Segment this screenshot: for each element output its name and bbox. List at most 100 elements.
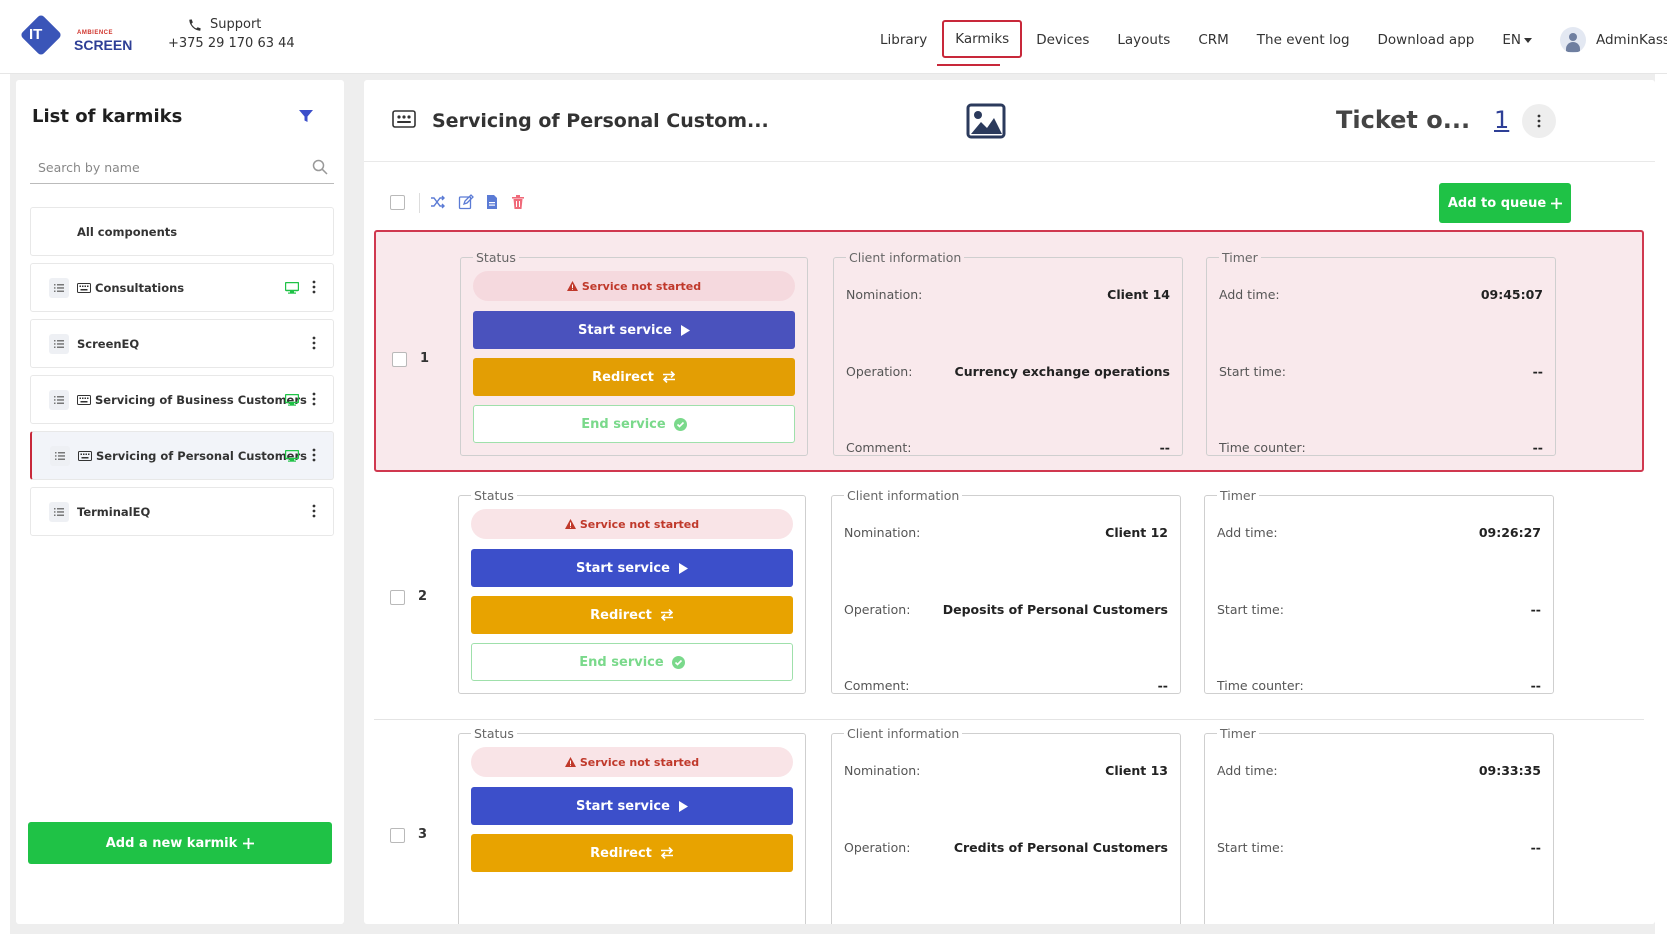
logo-screen: SCREEN — [74, 37, 133, 53]
filter-icon[interactable] — [298, 108, 314, 124]
list-icon[interactable] — [49, 389, 69, 410]
check-circle-icon — [673, 417, 687, 431]
nomination-label: Nomination: — [844, 763, 921, 778]
select-all-checkbox[interactable] — [390, 195, 405, 210]
swap-icon — [660, 847, 674, 859]
sidebar-item-screeneq[interactable]: ScreenEQ — [30, 319, 334, 368]
sidebar-item-label: Consultations — [95, 280, 185, 295]
redirect-button[interactable]: Redirect — [471, 596, 793, 634]
start-service-button[interactable]: Start service — [471, 549, 793, 587]
ticket-row[interactable]: 3 Status Service not started Start servi… — [374, 708, 1644, 924]
more-vertical-icon[interactable] — [311, 503, 317, 519]
sidebar-item-business-customers[interactable]: Servicing of Business Customers — [30, 375, 334, 424]
ticket-number: 3 — [418, 827, 428, 842]
start-time-value: -- — [1532, 364, 1543, 379]
ticket-checkbox[interactable] — [392, 352, 407, 367]
it-screen-logo[interactable]: IT AMBIENCE SCREEN — [19, 13, 132, 58]
add-time-row: Add time: 09:33:35 — [1217, 763, 1541, 778]
ticket-row[interactable]: 2 Status Service not started Start servi… — [374, 470, 1644, 720]
nav-karmiks[interactable]: Karmiks — [942, 20, 1023, 58]
end-service-button[interactable]: End service — [473, 405, 795, 443]
nomination-value: Client 13 — [1105, 763, 1168, 778]
list-icon[interactable] — [50, 445, 70, 466]
keyboard-icon — [392, 110, 416, 128]
sidebar-title: List of karmiks — [32, 106, 183, 127]
start-service-button[interactable]: Start service — [473, 311, 795, 349]
ticket-row[interactable]: 1 Status Service not started Start servi… — [374, 230, 1644, 472]
time-counter-label: Time counter: — [1219, 440, 1306, 455]
add-karmik-button[interactable]: Add a new karmik — [28, 822, 332, 864]
list-icon[interactable] — [49, 333, 69, 354]
more-options-button[interactable] — [1522, 104, 1556, 138]
ticket-label: Ticket o... — [1336, 106, 1471, 134]
sidebar-item-label: Servicing of Business Customers — [95, 392, 307, 407]
more-vertical-icon[interactable] — [311, 391, 317, 407]
warning-icon — [566, 281, 578, 291]
search-icon[interactable] — [312, 159, 328, 175]
redirect-label: Redirect — [590, 607, 652, 623]
client-info-panel: Client information Nomination: Client 14 … — [833, 250, 1183, 456]
search-box — [30, 152, 334, 184]
nav-library[interactable]: Library — [880, 27, 927, 53]
nav-crm[interactable]: CRM — [1198, 27, 1228, 53]
start-service-button[interactable]: Start service — [471, 787, 793, 825]
comment-value: -- — [1157, 678, 1168, 693]
operation-value: Deposits of Personal Customers — [942, 602, 1168, 617]
top-header: IT AMBIENCE SCREEN Support +375 29 170 6… — [0, 0, 1667, 74]
user-menu[interactable]: AdminKass — [1559, 27, 1667, 53]
status-panel: Status Service not started Start service… — [458, 726, 806, 924]
sidebar-item-consultations[interactable]: Consultations — [30, 263, 334, 312]
client-info-panel: Client information Nomination: Client 13 … — [831, 726, 1181, 924]
play-icon — [680, 324, 690, 336]
sidebar-item-terminaleq[interactable]: TerminalEQ — [30, 487, 334, 536]
start-label: Start service — [576, 798, 670, 814]
more-vertical-icon[interactable] — [311, 447, 317, 463]
time-counter-value: -- — [1532, 440, 1543, 455]
sidebar-item-personal-customers[interactable]: Servicing of Personal Customers — [30, 431, 334, 480]
karmik-sidebar: List of karmiks All components Consultat… — [16, 80, 344, 924]
redirect-button[interactable]: Redirect — [471, 834, 793, 872]
nav-download-app[interactable]: Download app — [1378, 27, 1475, 53]
nav-devices[interactable]: Devices — [1036, 27, 1089, 53]
plus-icon — [1551, 197, 1563, 209]
ticket-checkbox[interactable] — [390, 828, 405, 843]
comment-label: Comment: — [846, 440, 912, 455]
shuffle-icon[interactable] — [430, 194, 446, 210]
document-icon[interactable] — [484, 194, 500, 210]
end-service-button[interactable]: End service — [471, 643, 793, 681]
plus-icon — [243, 837, 255, 849]
status-text: Service not started — [579, 755, 700, 769]
sidebar-item-all-components[interactable]: All components — [30, 207, 334, 256]
check-circle-icon — [671, 655, 685, 669]
timer-legend: Timer — [1220, 726, 1256, 741]
nav-layouts[interactable]: Layouts — [1117, 27, 1170, 53]
nav-event-log[interactable]: The event log — [1257, 27, 1350, 53]
support-phone[interactable]: +375 29 170 63 44 — [168, 36, 295, 51]
redirect-label: Redirect — [592, 369, 654, 385]
start-time-row: Start time: -- — [1217, 840, 1541, 855]
status-text: Service not started — [579, 517, 700, 531]
trash-icon[interactable] — [510, 194, 526, 210]
add-to-queue-button[interactable]: Add to queue — [1439, 183, 1571, 223]
more-vertical-icon — [1537, 114, 1541, 128]
client-info-legend: Client information — [847, 726, 960, 741]
edit-icon[interactable] — [458, 194, 474, 210]
monitor-icon — [285, 394, 299, 406]
operation-label: Operation: — [844, 840, 911, 855]
ticket-count[interactable]: 1 — [1494, 106, 1509, 134]
more-vertical-icon[interactable] — [311, 335, 317, 351]
logo-it: IT — [29, 26, 43, 43]
list-icon[interactable] — [49, 277, 69, 298]
main-nav: Library Karmiks Devices Layouts CRM The … — [880, 20, 1667, 66]
list-icon[interactable] — [49, 501, 69, 522]
status-legend: Status — [476, 250, 516, 265]
swap-icon — [660, 609, 674, 621]
ticket-checkbox[interactable] — [390, 590, 405, 605]
operation-label: Operation: — [844, 602, 911, 617]
more-vertical-icon[interactable] — [311, 279, 317, 295]
karmik-title: Servicing of Personal Custom... — [432, 110, 769, 132]
redirect-button[interactable]: Redirect — [473, 358, 795, 396]
search-input[interactable] — [30, 152, 300, 182]
language-selector[interactable]: EN — [1502, 27, 1532, 53]
status-panel: Status Service not started Start service… — [458, 488, 806, 694]
